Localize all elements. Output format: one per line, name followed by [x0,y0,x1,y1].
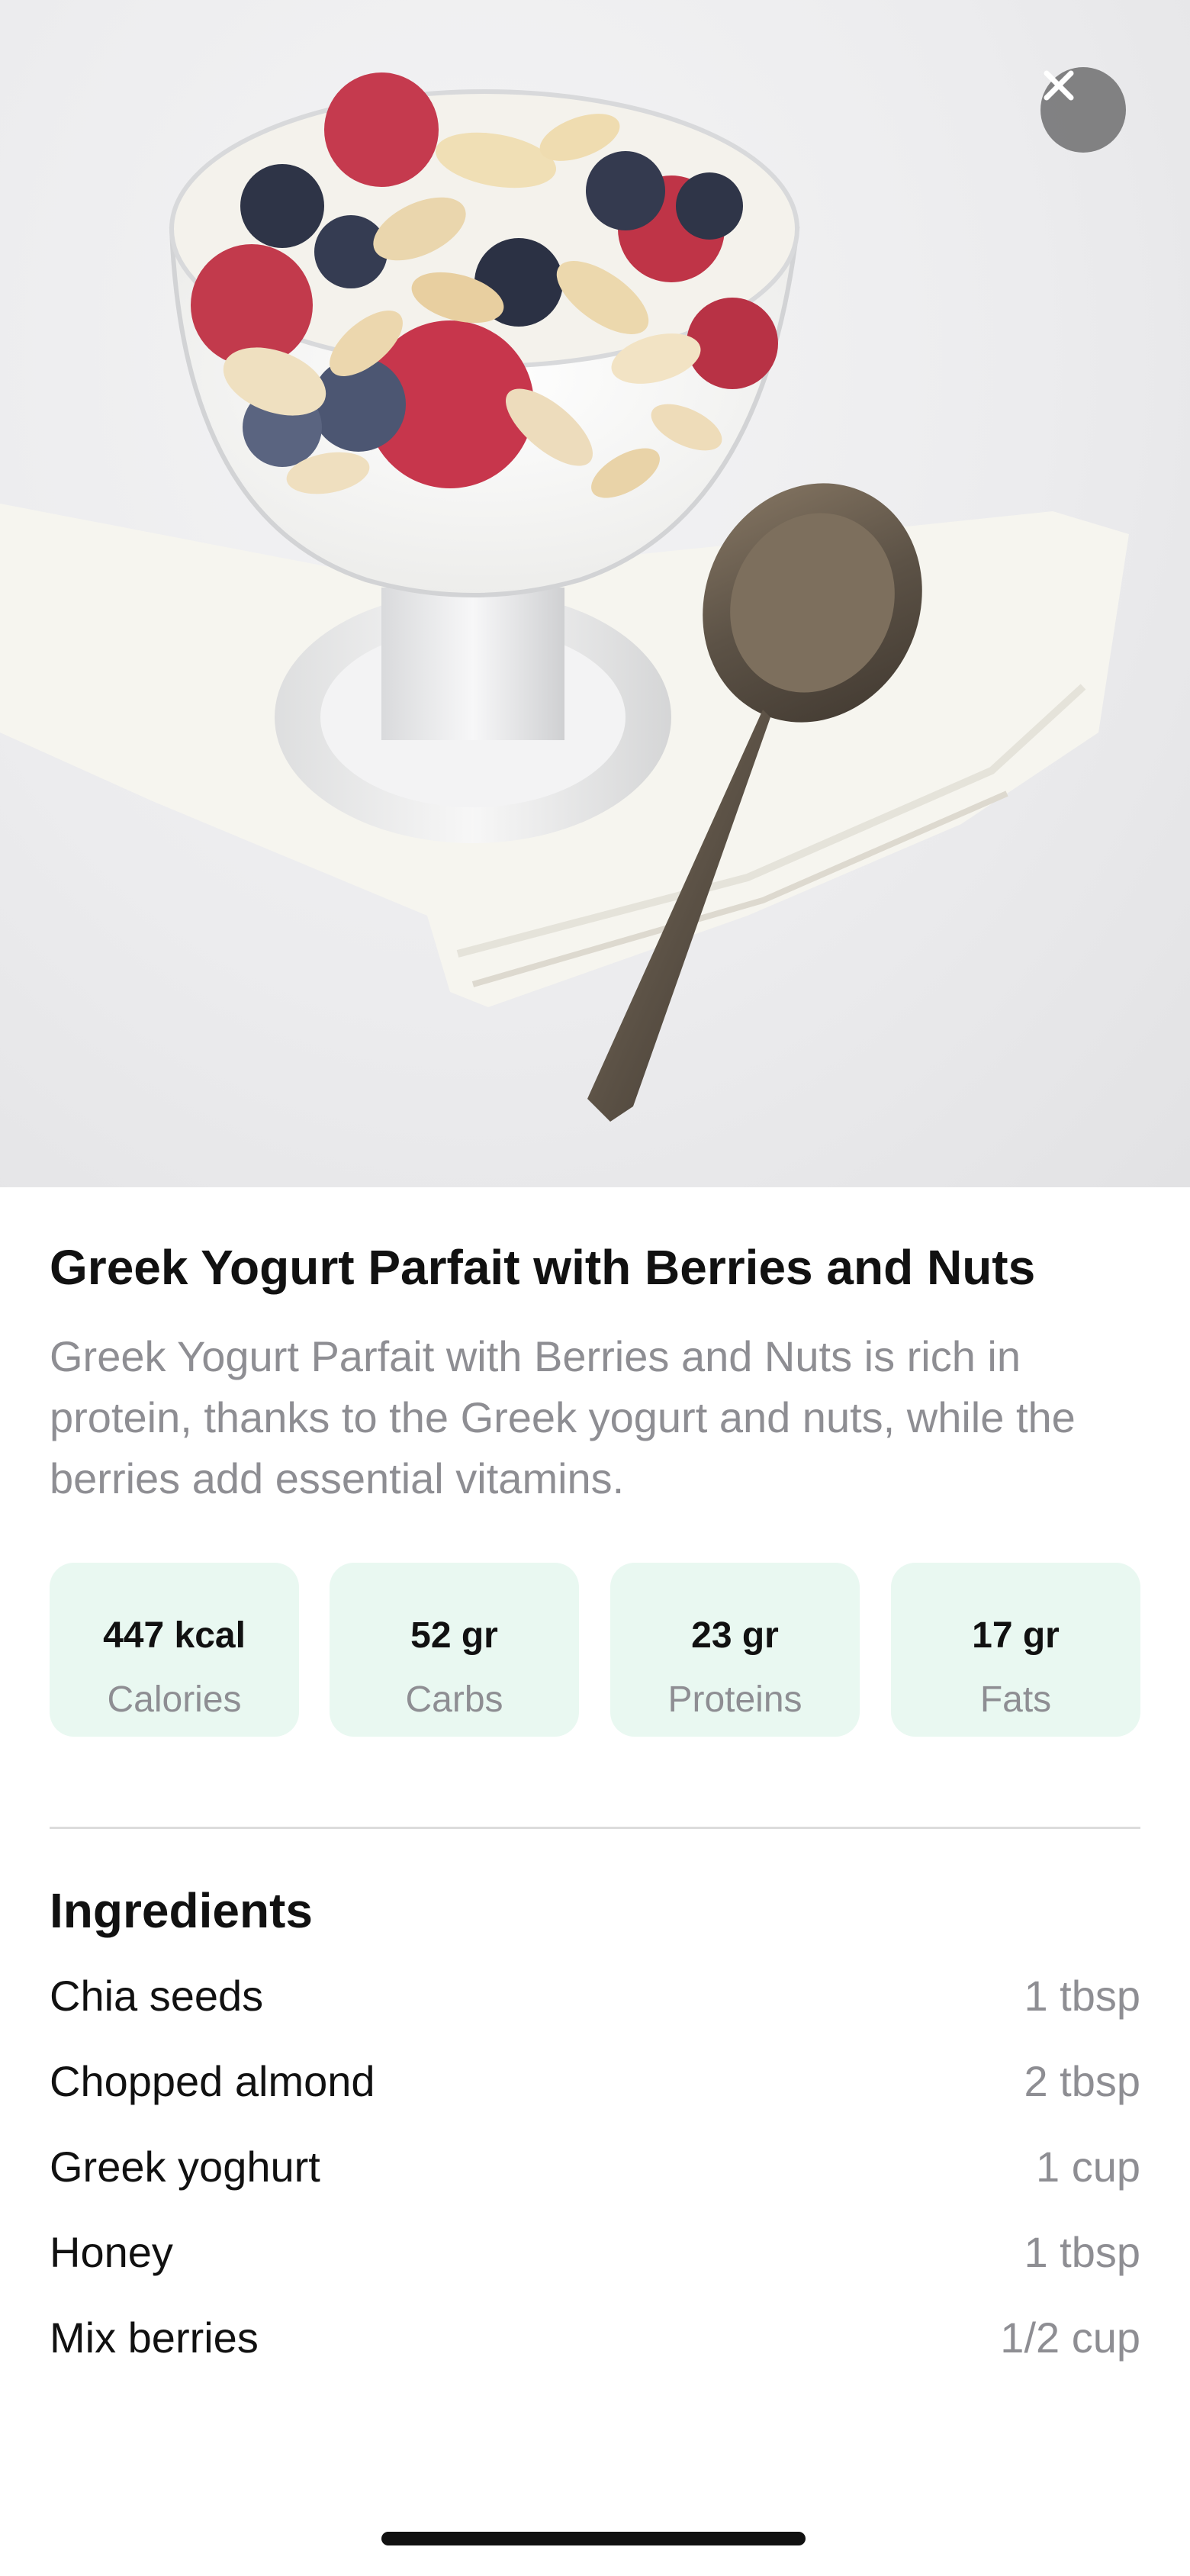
nutrition-stats: 447 kcal Calories 52 gr Carbs 23 gr Prot… [50,1563,1140,1737]
close-icon [1044,70,1074,101]
ingredient-name: Chopped almond [50,2057,375,2105]
ingredient-row: Greek yoghurt 1 cup [50,2136,1140,2198]
stat-label: Proteins [667,1679,802,1720]
ingredient-name: Honey [50,2228,173,2276]
stat-value: 23 gr [691,1615,779,1656]
stat-card-calories: 447 kcal Calories [50,1563,299,1737]
stat-label: Carbs [405,1679,503,1720]
recipe-hero-image [0,0,1190,1187]
ingredient-row: Chopped almond 2 tbsp [50,2051,1140,2112]
ingredient-amount: 1 tbsp [1024,1972,1140,2020]
parfait-illustration [0,72,1129,1122]
ingredient-amount: 1 cup [1036,2143,1140,2191]
recipe-description: Greek Yogurt Parfait with Berries and Nu… [50,1332,1076,1502]
ingredient-amount: 2 tbsp [1024,2057,1140,2105]
ingredient-name: Chia seeds [50,1972,264,2020]
home-indicator[interactable] [381,2532,806,2545]
ingredient-row: Mix berries 1/2 cup [50,2307,1140,2368]
ingredient-amount: 1/2 cup [1000,2314,1140,2362]
ingredient-row: Honey 1 tbsp [50,2222,1140,2283]
stat-card-fats: 17 gr Fats [891,1563,1140,1737]
divider [50,1827,1140,1829]
stat-value: 447 kcal [103,1615,246,1656]
stat-value: 17 gr [972,1615,1060,1656]
stat-card-carbs: 52 gr Carbs [330,1563,579,1737]
recipe-title: Greek Yogurt Parfait with Berries and Nu… [50,1240,1036,1295]
close-button[interactable] [1040,67,1126,153]
stat-label: Fats [979,1679,1052,1720]
ingredient-amount: 1 tbsp [1024,2228,1140,2276]
ingredients-heading: Ingredients [50,1883,313,1938]
ingredient-name: Mix berries [50,2314,259,2362]
stat-label: Calories [107,1679,242,1720]
ingredient-row: Chia seeds 1 tbsp [50,1966,1140,2027]
ingredient-name: Greek yoghurt [50,2143,320,2191]
stat-value: 52 gr [410,1615,498,1656]
stat-card-proteins: 23 gr Proteins [610,1563,860,1737]
